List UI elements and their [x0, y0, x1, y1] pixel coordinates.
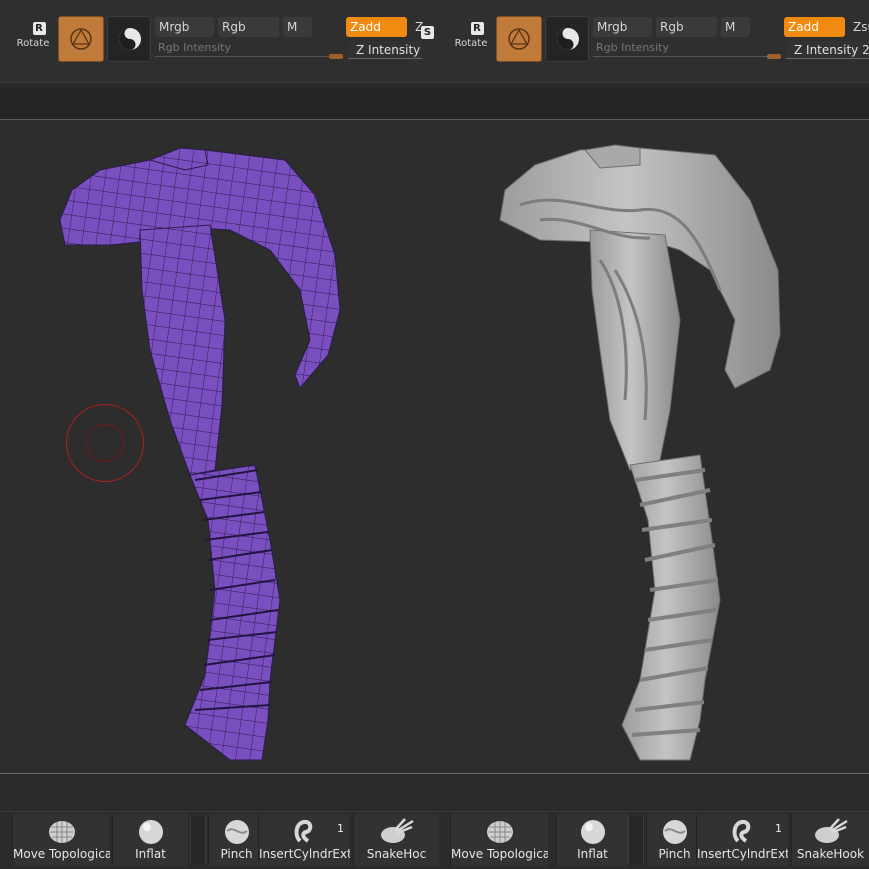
z-intensity-slider[interactable]: Z Intensity 2 [348, 41, 422, 59]
viewport-canvas[interactable] [0, 120, 869, 774]
material-sphere-button[interactable] [545, 16, 589, 62]
material-sphere-button[interactable] [107, 16, 151, 62]
brush-badge: 1 [337, 822, 344, 835]
m-button[interactable]: M [721, 17, 750, 37]
solo-hotkey-badge: S [421, 26, 434, 39]
brush-label: InsertCylndrExt [697, 847, 788, 861]
brush-label: SnakeHoc [366, 847, 427, 861]
brush-label: Move Topologica [451, 847, 548, 861]
brush-snakehook[interactable]: SnakeHoc [353, 814, 439, 866]
sculpted-axe-model [499, 144, 781, 761]
rotate-label: Rotate [16, 38, 50, 49]
toolset-left: R Rotate Mrgb Rgb M Rgb Intensity Zadd Z… [0, 0, 440, 82]
toolset-right: R Rotate Mrgb Rgb M Rgb Intensity Zadd Z… [438, 0, 869, 82]
sphere-material-icon [119, 28, 141, 50]
insert-cylinder-brush-icon [294, 819, 312, 843]
rgb-intensity-label: Rgb Intensity [158, 41, 231, 54]
brush-label: Inflat [577, 847, 608, 861]
material-button[interactable] [496, 16, 542, 62]
sphere-material-icon [557, 28, 579, 50]
top-toolbar: R Rotate Mrgb Rgb M Rgb Intensity Zadd Z… [0, 0, 869, 83]
material-button[interactable] [58, 16, 104, 62]
zsub-button[interactable]: Zsu [849, 17, 869, 37]
move-topological-brush-icon [48, 821, 75, 843]
snakehook-brush-icon [380, 818, 414, 843]
zadd-button[interactable]: Zadd [346, 17, 407, 37]
z-intensity-slider[interactable]: Z Intensity 25 [786, 41, 869, 59]
brush-pinch[interactable]: Pinch [646, 814, 702, 866]
brush-label: Pinch [658, 847, 691, 861]
rotate-label: Rotate [454, 38, 488, 49]
brush-move-topological[interactable]: Move Topologica [12, 814, 110, 866]
brush-cursor-inner [86, 424, 124, 462]
slider-knob[interactable] [767, 54, 781, 59]
rgb-button[interactable]: Rgb [218, 17, 279, 37]
brush-label: InsertCylndrExt [259, 847, 350, 861]
brush-pinch[interactable]: Pinch [208, 814, 264, 866]
brush-badge: 1 [775, 822, 782, 835]
insert-cylinder-brush-icon [732, 819, 750, 843]
shelf-spacer [628, 816, 644, 864]
rotate-hotkey: R [32, 22, 46, 35]
rgb-intensity-slider[interactable]: Rgb Intensity [593, 41, 781, 59]
matcap-icon [70, 28, 92, 50]
rotate-button[interactable]: R Rotate [14, 22, 52, 56]
brush-insert-cylinder[interactable]: 1 InsertCylndrExt [696, 814, 788, 866]
inflate-brush-icon [138, 820, 163, 844]
brush-label: Move Topologica [13, 847, 110, 861]
brush-insert-cylinder[interactable]: 1 InsertCylndrExt [258, 814, 350, 866]
shelf-spacer [190, 816, 206, 864]
rotate-hotkey: R [470, 22, 484, 35]
brush-inflate[interactable]: Inflat [556, 814, 628, 866]
brush-snakehook[interactable]: SnakeHook [791, 814, 869, 866]
brush-label: SnakeHook [796, 847, 865, 861]
pinch-brush-icon [662, 820, 687, 844]
pinch-brush-icon [224, 820, 249, 844]
zadd-button[interactable]: Zadd [784, 17, 845, 37]
mrgb-button[interactable]: Mrgb [155, 17, 214, 37]
rotate-button[interactable]: R Rotate [452, 22, 490, 56]
brush-inflate[interactable]: Inflat [112, 814, 188, 866]
brush-cursor [66, 404, 144, 482]
brush-label: Pinch [220, 847, 253, 861]
move-topological-brush-icon [486, 821, 513, 843]
brush-move-topological[interactable]: Move Topologica [450, 814, 548, 866]
mrgb-button[interactable]: Mrgb [593, 17, 652, 37]
matcap-icon [508, 28, 530, 50]
secondary-toolbar [0, 87, 869, 120]
inflate-brush-icon [580, 820, 605, 844]
rgb-intensity-slider[interactable]: Rgb Intensity [155, 41, 343, 59]
rgb-button[interactable]: Rgb [656, 17, 717, 37]
brush-label: Inflat [135, 847, 166, 861]
snakehook-brush-icon [814, 818, 848, 843]
m-button[interactable]: M [283, 17, 312, 37]
slider-knob[interactable] [329, 54, 343, 59]
rgb-intensity-label: Rgb Intensity [596, 41, 669, 54]
brush-shelf: Move Topologica Inflat Pinch 1 InsertCyl… [0, 811, 869, 869]
